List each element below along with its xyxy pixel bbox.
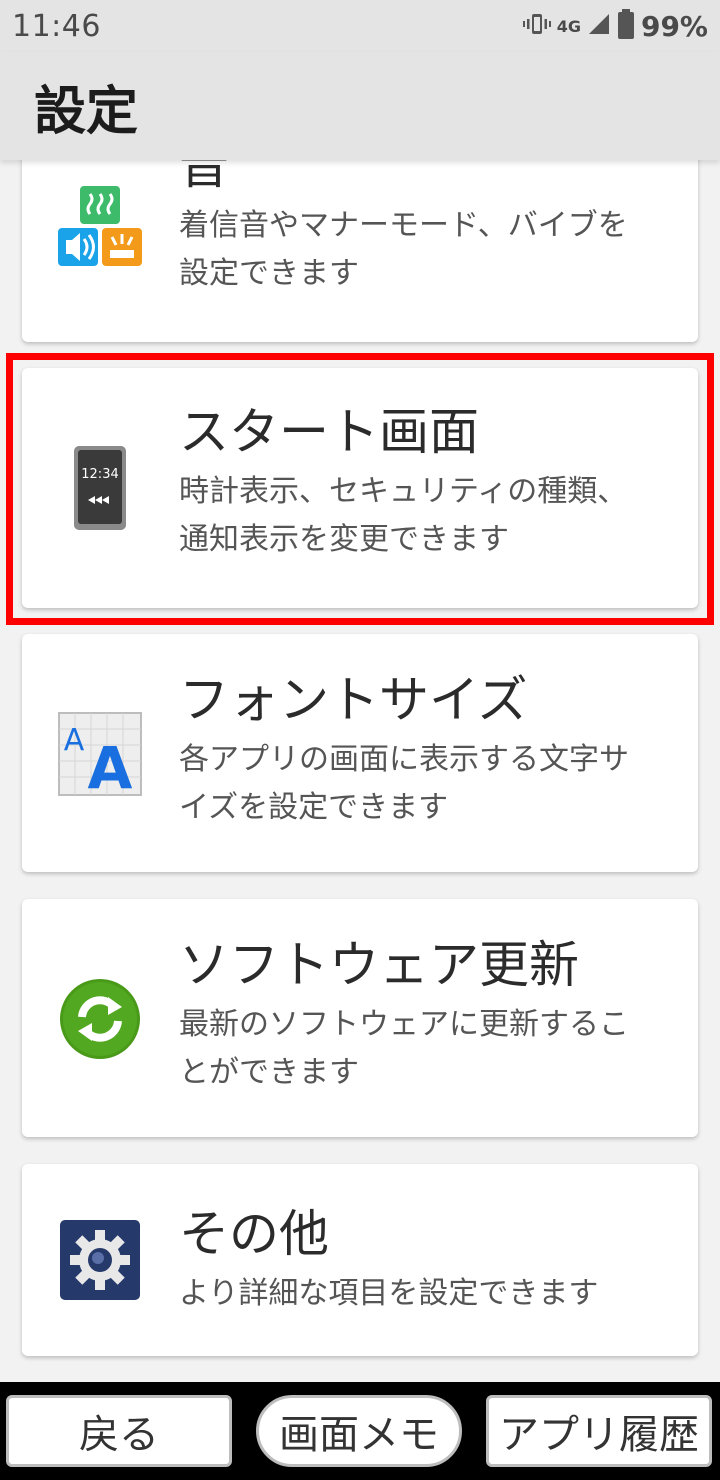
desc-line: 各アプリの画面に表示する文字サ bbox=[179, 742, 629, 777]
vibrate-icon bbox=[522, 11, 551, 41]
signal-icon bbox=[587, 12, 611, 40]
status-bar: 11:46 4G 99% bbox=[0, 0, 720, 52]
app-bar: 設定 bbox=[0, 52, 720, 160]
status-icons: 4G 99% bbox=[522, 9, 708, 43]
page-title: 設定 bbox=[34, 81, 139, 142]
settings-item-title: スタート画面 bbox=[179, 403, 479, 461]
font-size-icon: A A bbox=[58, 712, 142, 796]
settings-item-title: 音 bbox=[179, 160, 229, 195]
desc-line: 通知表示を変更できます bbox=[179, 522, 509, 557]
app-history-button[interactable]: アプリ履歴 bbox=[486, 1395, 712, 1467]
status-time: 11:46 bbox=[12, 8, 101, 44]
desc-line: 着信音やマナーモード、バイブを bbox=[179, 208, 628, 243]
gear-icon bbox=[58, 1218, 142, 1302]
sound-icon bbox=[58, 184, 142, 268]
settings-item-title: ソフトウェア更新 bbox=[179, 936, 579, 994]
desc-line: 最新のソフトウェアに更新するこ bbox=[179, 1007, 629, 1042]
settings-item-software-update[interactable]: ソフトウェア更新 最新のソフトウェアに更新するこ とができます bbox=[22, 899, 698, 1137]
desc-line: 時計表示、セキュリティの種類、 bbox=[179, 474, 628, 509]
settings-item-title: その他 bbox=[179, 1205, 329, 1263]
settings-item-title: フォントサイズ bbox=[179, 671, 528, 729]
settings-item-desc: 時計表示、セキュリティの種類、 通知表示を変更できます bbox=[179, 468, 674, 564]
bottom-nav: 戻る 画面メモ アプリ履歴 bbox=[0, 1382, 720, 1480]
back-button[interactable]: 戻る bbox=[6, 1395, 232, 1467]
desc-line: とができます bbox=[179, 1055, 359, 1090]
settings-item-sound[interactable]: 音 着信音やマナーモード、バイブを 設定できます bbox=[22, 160, 698, 342]
start-screen-icon-time: 12:34 bbox=[81, 467, 118, 482]
desc-line: 設定できます bbox=[179, 256, 359, 291]
desc-line: イズを設定できます bbox=[179, 790, 449, 825]
network-type: 4G bbox=[556, 16, 581, 36]
settings-item-desc: 各アプリの画面に表示する文字サ イズを設定できます bbox=[179, 736, 674, 832]
svg-text:A: A bbox=[88, 734, 133, 796]
start-screen-icon: 12:34 bbox=[58, 446, 142, 530]
desc-line: より詳細な項目を設定できます bbox=[179, 1276, 599, 1311]
settings-item-desc: より詳細な項目を設定できます bbox=[179, 1270, 674, 1318]
settings-item-others[interactable]: その他 より詳細な項目を設定できます bbox=[22, 1164, 698, 1356]
screen-memo-button[interactable]: 画面メモ bbox=[256, 1395, 462, 1467]
settings-item-font-size[interactable]: A A フォントサイズ 各アプリの画面に表示する文字サ イズを設定できます bbox=[22, 634, 698, 872]
battery-icon bbox=[617, 9, 635, 43]
settings-list[interactable]: 音 着信音やマナーモード、バイブを 設定できます 12:34 スタート画面 時計… bbox=[0, 160, 720, 1382]
software-update-icon bbox=[58, 977, 142, 1061]
svg-text:A: A bbox=[64, 723, 85, 758]
battery-level: 99% bbox=[640, 9, 708, 43]
settings-item-desc: 最新のソフトウェアに更新するこ とができます bbox=[179, 1001, 674, 1097]
settings-item-start-screen[interactable]: 12:34 スタート画面 時計表示、セキュリティの種類、 通知表示を変更できます bbox=[22, 368, 698, 608]
settings-item-desc: 着信音やマナーモード、バイブを 設定できます bbox=[179, 202, 674, 298]
